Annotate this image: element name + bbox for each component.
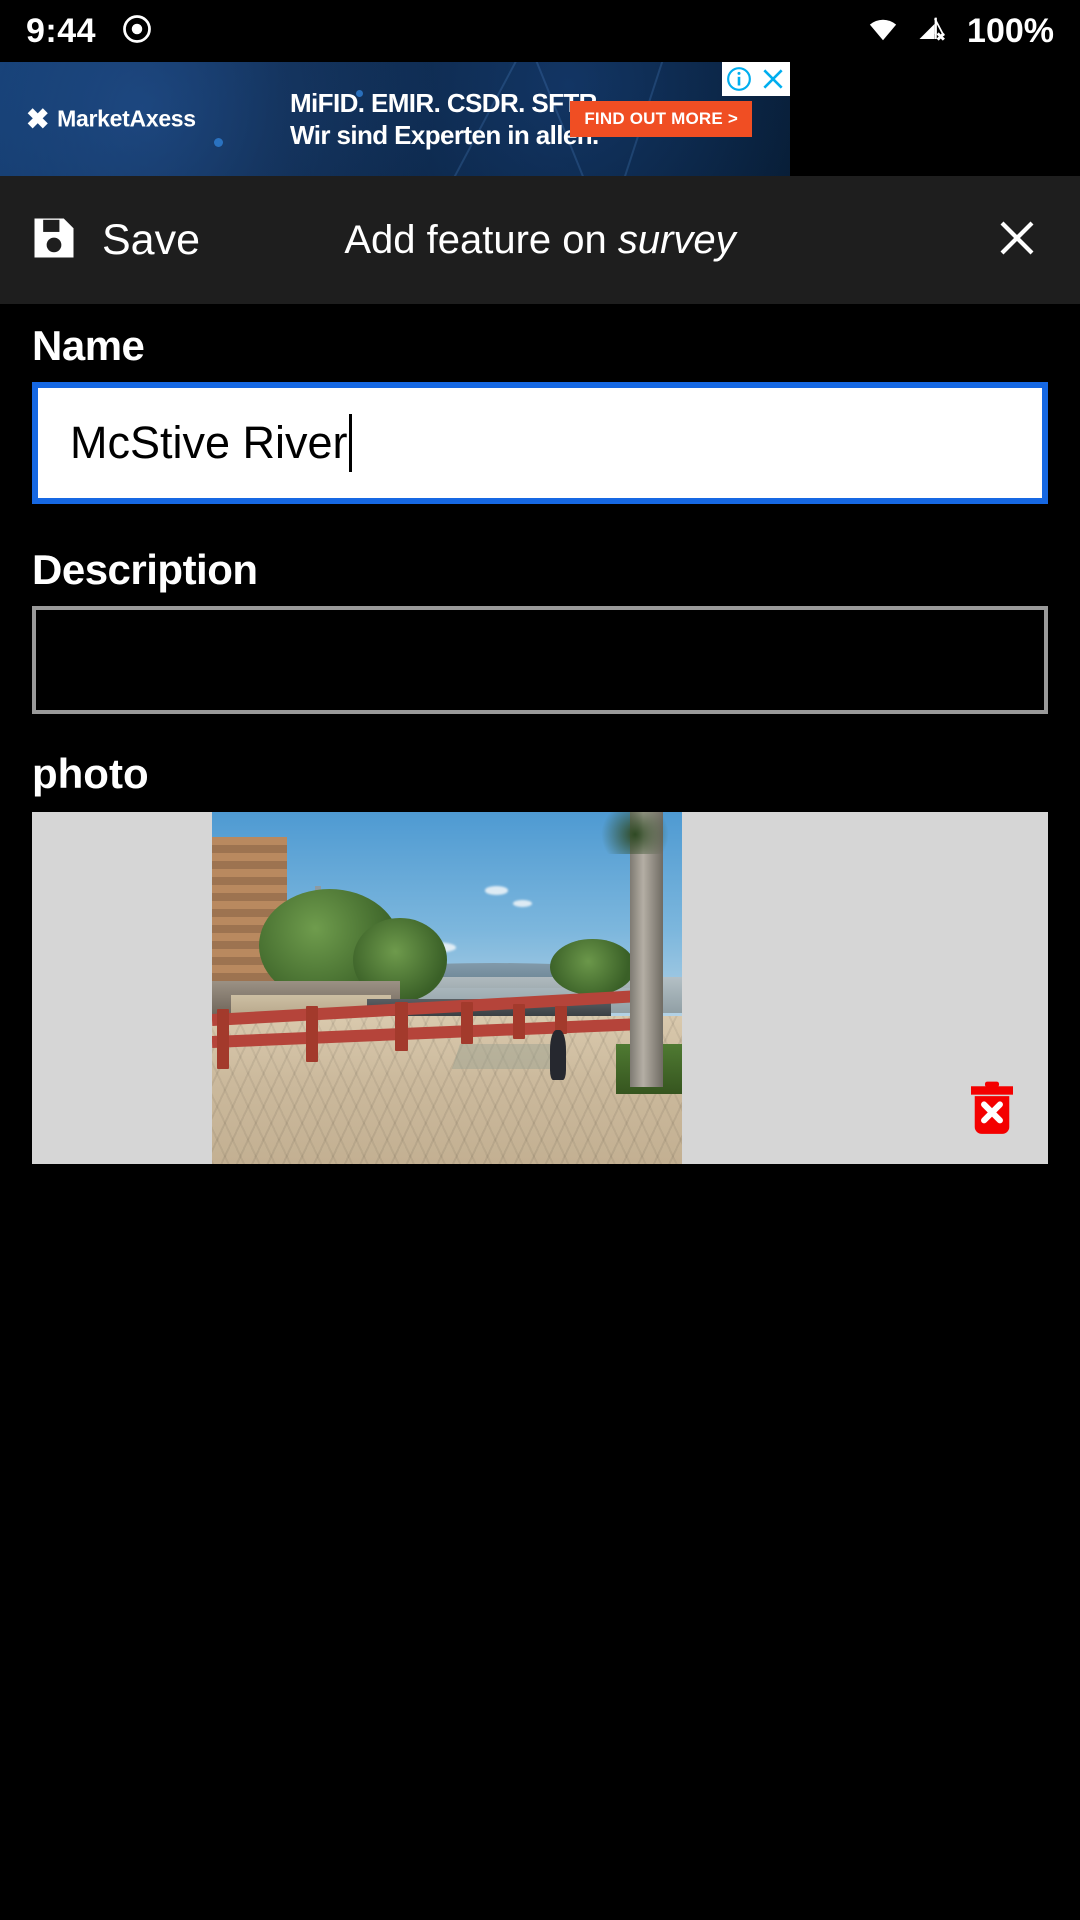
photo-thumbnail[interactable] [212,812,682,1164]
ad-headline-line2: Wir sind Experten in allen. [290,120,599,150]
status-time: 9:44 [26,11,97,50]
photo-railing-post [512,1003,526,1040]
save-button[interactable]: Save [28,212,200,269]
page-title-prefix: Add feature on [344,217,618,262]
photo-cloud [512,900,532,908]
photo-railing-post [306,1005,319,1062]
photo-railing-post [216,1009,229,1069]
description-input[interactable] [32,606,1048,714]
status-bar: 9:44 100% [0,0,1080,62]
app-toolbar: Save Add feature on survey [0,176,1080,304]
ad-headline-line1: MiFID. EMIR. CSDR. SFTR. [290,87,604,118]
ad-brand-mark-icon: ✖ [26,103,50,135]
name-input-value: McStive River [70,417,348,468]
photo-railing-post [461,1002,474,1045]
trash-delete-icon [964,1081,1020,1146]
photo-pavement-patch [452,1044,564,1069]
ad-controls [722,62,790,96]
app-screen: 9:44 100% ✖ MarketAxess MiFID. EMIR. CSD… [0,0,1080,1920]
ad-info-icon[interactable] [722,62,756,96]
cellular-no-signal-icon [915,14,949,49]
ad-decoration [214,138,223,147]
photo-railing-post [395,1002,408,1052]
battery-percent: 100% [967,11,1054,50]
photo-person [550,1030,567,1080]
description-field-label: Description [32,546,258,593]
delete-photo-button[interactable] [964,1080,1020,1142]
status-left-icons [122,14,152,49]
ad-close-icon[interactable] [756,62,790,96]
name-input[interactable]: McStive River [32,382,1048,504]
record-dot-icon [122,14,152,49]
save-button-label: Save [102,215,201,264]
text-caret [348,414,352,472]
page-title-layer: survey [617,217,736,262]
photo-cloud [484,885,509,895]
close-icon [993,214,1041,267]
photo-field-label: photo [32,750,149,797]
advertisement-banner[interactable]: ✖ MarketAxess MiFID. EMIR. CSDR. SFTR. W… [0,62,790,176]
feature-form: Name McStive River Description photo [0,304,1080,1164]
ad-brand-name: MarketAxess [57,105,196,132]
close-button[interactable] [982,205,1052,275]
status-right-icons: 100% [865,12,1054,51]
floppy-disk-save-icon [28,212,80,269]
photo-palm-fronds [597,812,673,855]
name-field-label: Name [32,322,145,369]
ad-cta-button[interactable]: FIND OUT MORE > [570,101,752,137]
wifi-icon [865,14,901,49]
ad-brand-logo: ✖ MarketAxess [26,103,196,136]
photo-attachment[interactable] [32,812,1048,1164]
photo-tree [550,938,635,996]
ad-headline: MiFID. EMIR. CSDR. SFTR. Wir sind Expert… [290,87,604,151]
